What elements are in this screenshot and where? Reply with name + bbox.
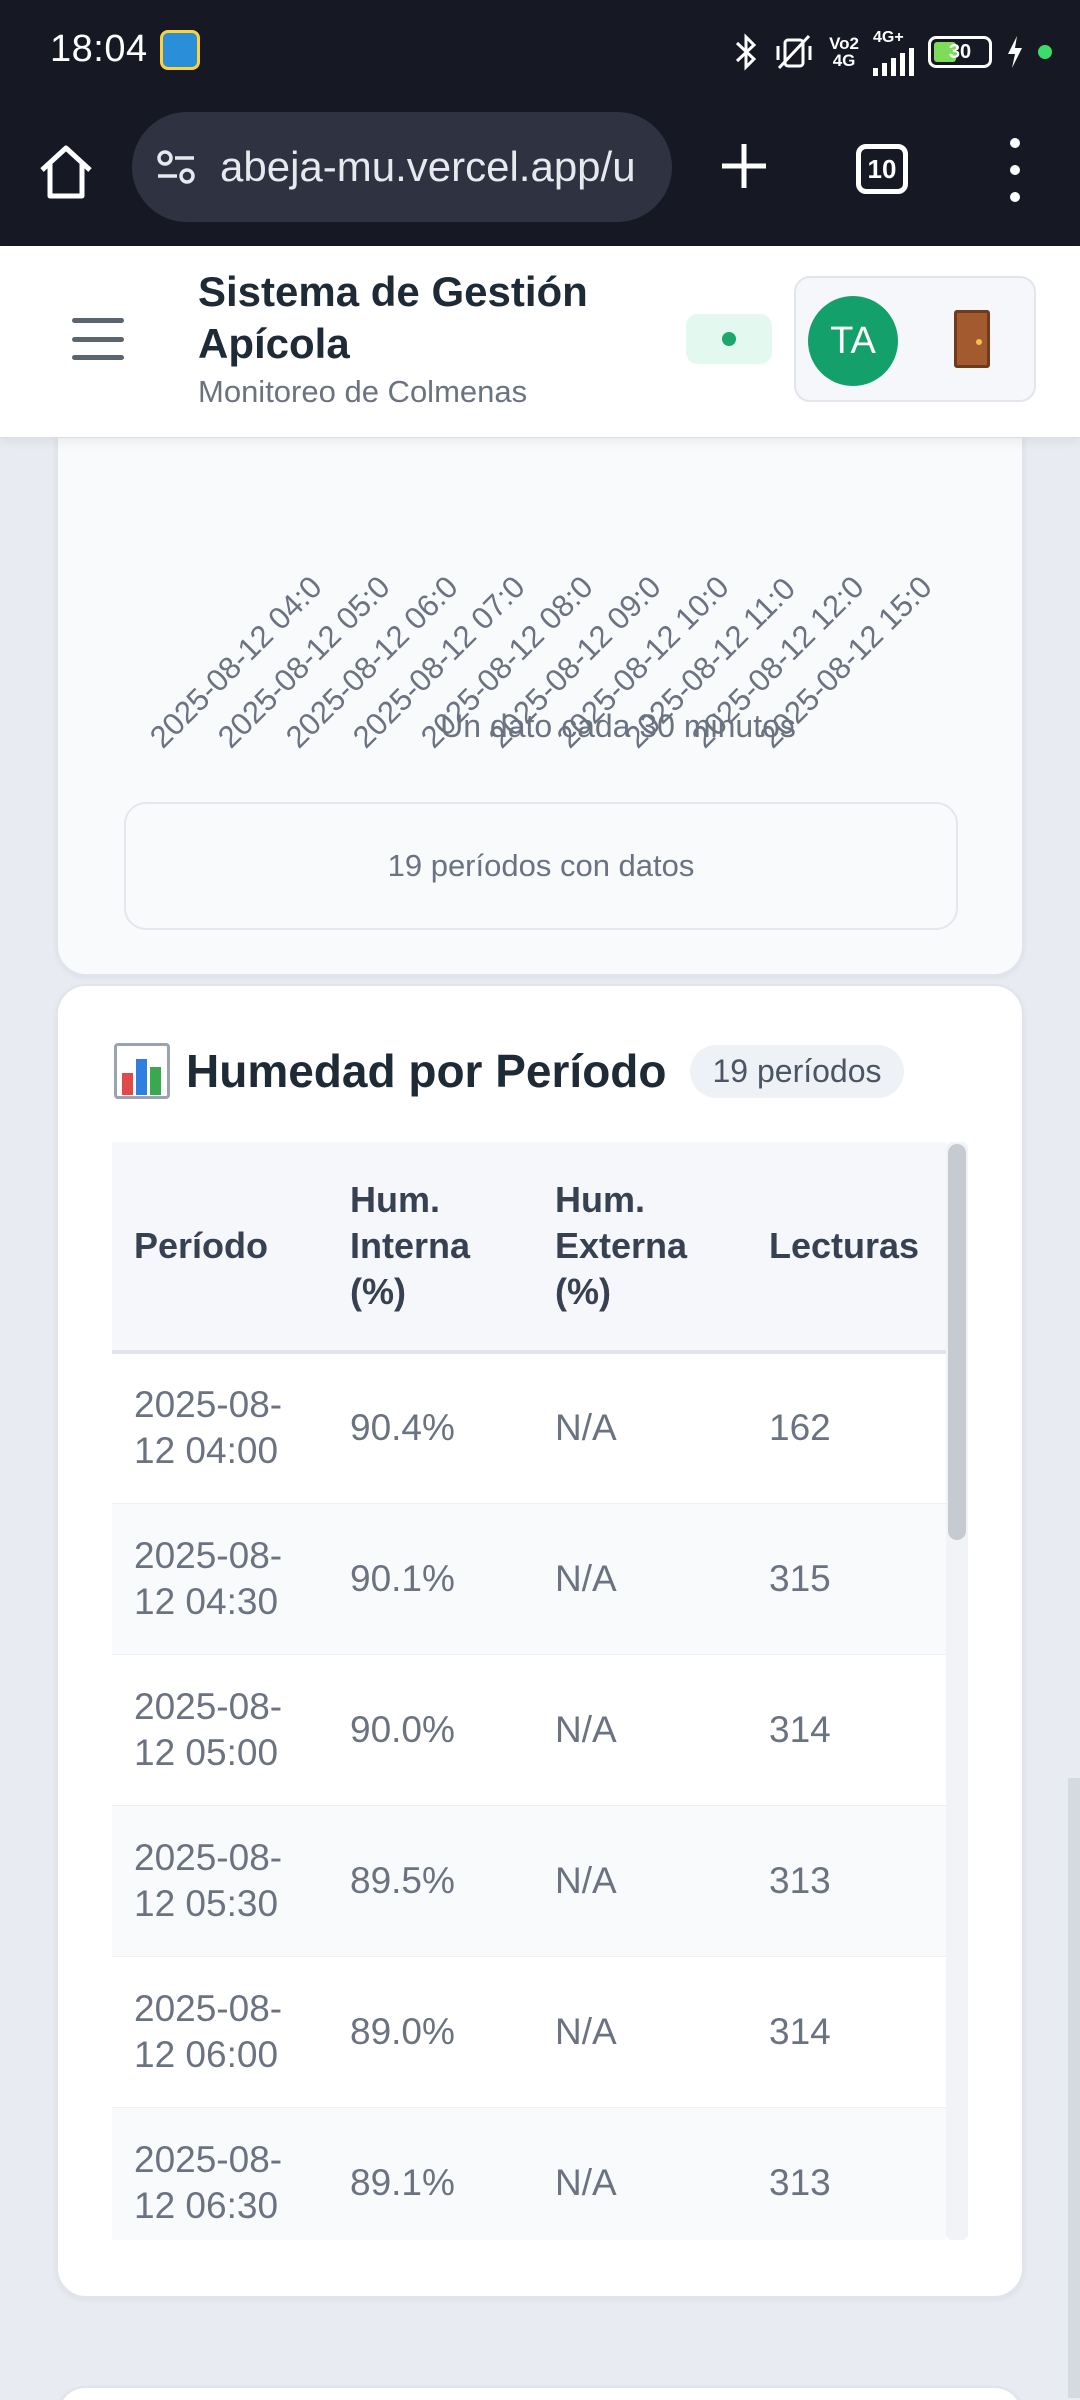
cell-internal-humidity: 89.0%: [328, 1956, 533, 2108]
table-row: 2025-08-12 04:00 90.4% N/A 162: [112, 1352, 946, 1504]
table-heading: Humedad por Período 19 períodos: [114, 1036, 904, 1106]
new-tab-icon[interactable]: [712, 134, 776, 198]
cell-readings: 314: [747, 1956, 946, 2108]
tab-count: 10: [867, 153, 897, 184]
cell-period: 2025-08-12 04:30: [112, 1503, 328, 1655]
periods-with-data-note: 19 períodos con datos: [124, 802, 958, 930]
charging-icon: [1008, 36, 1022, 68]
table-scrollbar[interactable]: [946, 1142, 968, 2240]
column-header-period: Período: [112, 1142, 328, 1354]
cell-internal-humidity: 90.4%: [328, 1352, 533, 1504]
humidity-table: Período Hum. Interna (%) Hum. Externa (%…: [112, 1142, 946, 2240]
chart-card: 2025-08-12 04:0 2025-08-12 05:0 2025-08-12…: [56, 438, 1024, 976]
status-time: 18:04: [50, 28, 148, 70]
connection-status-badge: [686, 314, 772, 364]
cell-external-humidity: N/A: [533, 1503, 747, 1655]
table-body: 2025-08-12 04:00 90.4% N/A 162 2025-08-12 04…: [112, 1352, 946, 2240]
more-menu-icon[interactable]: [1000, 138, 1030, 202]
next-card: [56, 2386, 1024, 2400]
table-scroll-area[interactable]: Período Hum. Interna (%) Hum. Externa (%…: [112, 1142, 968, 2240]
avatar[interactable]: TA: [808, 296, 898, 386]
cell-internal-humidity: 90.1%: [328, 1503, 533, 1655]
bluetooth-icon: [736, 33, 757, 71]
cell-internal-humidity: 90.0%: [328, 1654, 533, 1806]
cell-readings: 313: [747, 2107, 946, 2240]
column-header-internal-humidity: Hum. Interna (%): [328, 1142, 533, 1354]
chart-x-axis: 2025-08-12 04:0 2025-08-12 05:0 2025-08-12…: [58, 438, 1026, 755]
bar-chart-icon: [114, 1043, 170, 1099]
chart-x-axis-label: Un dato cada 30 minutos: [440, 708, 796, 744]
cell-period: 2025-08-12 04:00: [112, 1352, 328, 1504]
table-row: 2025-08-12 06:30 89.1% N/A 313: [112, 2107, 946, 2240]
cell-readings: 313: [747, 1805, 946, 1957]
tabs-icon[interactable]: 10: [856, 144, 908, 194]
cell-period: 2025-08-12 06:30: [112, 2107, 328, 2240]
app-subtitle: Monitoreo de Colmenas: [198, 374, 528, 409]
vibrate-off-icon: [776, 34, 812, 70]
cell-readings: 162: [747, 1352, 946, 1504]
battery-icon: 30: [928, 36, 992, 68]
home-icon[interactable]: [34, 140, 98, 204]
signal-icon: 4G+: [873, 29, 914, 76]
cell-external-humidity: N/A: [533, 2107, 747, 2240]
table-row: 2025-08-12 06:00 89.0% N/A 314: [112, 1956, 946, 2108]
page-scrollbar[interactable]: [1068, 1778, 1080, 2398]
table-row: 2025-08-12 05:30 89.5% N/A 313: [112, 1805, 946, 1957]
status-icons: Vo2 4G 4G+ 30: [733, 29, 1052, 76]
table-row: 2025-08-12 05:00 90.0% N/A 314: [112, 1654, 946, 1806]
site-settings-icon[interactable]: [154, 145, 198, 189]
cell-readings: 314: [747, 1654, 946, 1806]
app-icon: [160, 30, 200, 70]
cell-readings: 315: [747, 1503, 946, 1655]
humidity-table-card: Humedad por Período 19 períodos Período …: [56, 984, 1024, 2298]
column-header-readings: Lecturas: [747, 1142, 946, 1354]
cell-period: 2025-08-12 05:00: [112, 1654, 328, 1806]
cell-internal-humidity: 89.5%: [328, 1805, 533, 1957]
indicator-dot: [1038, 45, 1052, 59]
period-count-badge: 19 períodos: [690, 1044, 904, 1098]
cell-external-humidity: N/A: [533, 1805, 747, 1957]
logout-door-icon[interactable]: [954, 310, 990, 368]
table-row: 2025-08-12 04:30 90.1% N/A 315: [112, 1503, 946, 1655]
hamburger-menu-icon[interactable]: [72, 318, 124, 360]
cell-internal-humidity: 89.1%: [328, 2107, 533, 2240]
network-label: Vo2 4G: [829, 34, 859, 70]
user-panel: TA: [794, 276, 1036, 402]
table-title: Humedad por Período: [186, 1045, 667, 1097]
battery-level: 30: [948, 40, 972, 63]
column-header-external-humidity: Hum. Externa (%): [533, 1142, 747, 1354]
table-scroll-thumb[interactable]: [948, 1144, 966, 1540]
network-type: 4G+: [873, 28, 904, 46]
status-dot-icon: [722, 332, 736, 346]
cell-external-humidity: N/A: [533, 1654, 747, 1806]
app-header: Sistema de Gestión Apícola Monitoreo de …: [0, 246, 1080, 438]
browser-toolbar: abeja-mu.vercel.app/u 10: [0, 104, 1080, 246]
url-text[interactable]: abeja-mu.vercel.app/u: [220, 143, 660, 191]
cell-external-humidity: N/A: [533, 1352, 747, 1504]
table-header-row: Período Hum. Interna (%) Hum. Externa (%…: [112, 1142, 946, 1354]
cell-period: 2025-08-12 05:30: [112, 1805, 328, 1957]
app-title: Sistema de Gestión Apícola: [198, 268, 588, 367]
status-bar: 18:04 Vo2 4G 4G+ 30: [0, 0, 1080, 104]
page-content: 2025-08-12 04:0 2025-08-12 05:0 2025-08-12…: [0, 438, 1080, 2400]
address-bar[interactable]: abeja-mu.vercel.app/u: [132, 112, 672, 222]
cell-period: 2025-08-12 06:00: [112, 1956, 328, 2108]
cell-external-humidity: N/A: [533, 1956, 747, 2108]
